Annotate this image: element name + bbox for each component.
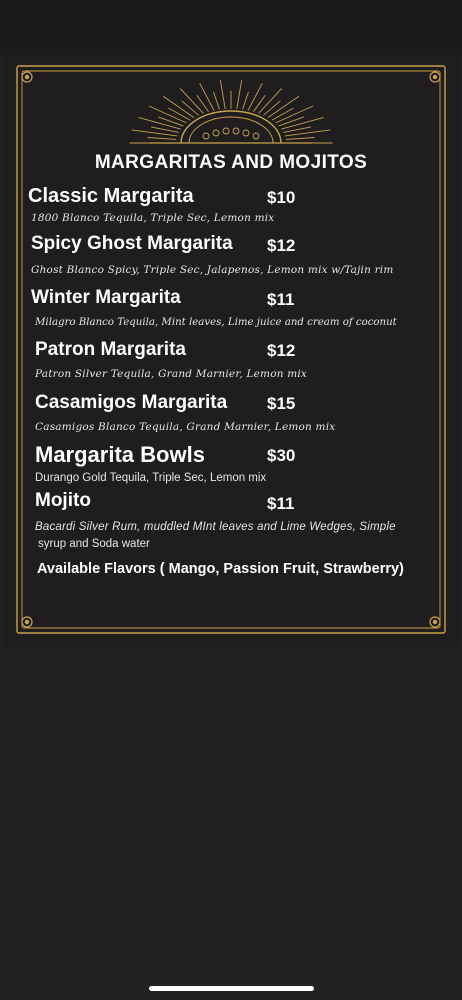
item-description-spicy-ghost-margarita: Ghost Blanco Spicy, Triple Sec, Jalapeno… (31, 264, 394, 276)
sunburst-ray (285, 137, 315, 140)
item-description-mojito-line-1: Bacardi Silver Rum, muddled MInt leaves … (35, 521, 396, 533)
item-price-patron-margarita: $12 (267, 341, 296, 360)
sunburst-ray (271, 107, 294, 121)
sunburst-ray (247, 82, 263, 111)
item-price-winter-margarita: $11 (267, 290, 295, 309)
item-price-classic-margarita: $10 (267, 188, 296, 207)
sunburst-ray (213, 91, 220, 110)
corner-ornament-top-left (21, 71, 33, 83)
sunburst-emblem (129, 80, 333, 144)
item-description-casamigos-margarita: Casamigos Blanco Tequila, Grand Marnier,… (35, 421, 336, 433)
item-description-patron-margarita: Patron Silver Tequila, Grand Marnier, Le… (35, 368, 308, 380)
item-name-spicy-ghost-margarita: Spicy Ghost Margarita (31, 233, 233, 254)
sunburst-ray (168, 107, 191, 121)
item-name-margarita-bowls: Margarita Bowls (35, 442, 205, 467)
sunburst-ray (242, 91, 249, 110)
item-description-margarita-bowls: Durango Gold Tequila, Triple Sec, Lemon … (35, 472, 267, 484)
item-name-winter-margarita: Winter Margarita (31, 287, 181, 308)
item-name-casamigos-margarita: Casamigos Margarita (35, 392, 228, 413)
corner-ornament-bottom-left (21, 616, 33, 628)
item-name-classic-margarita: Classic Margarita (28, 185, 194, 207)
item-price-casamigos-margarita: $15 (267, 394, 296, 413)
sunburst-ray (219, 80, 226, 110)
item-name-mojito: Mojito (35, 490, 91, 511)
sunburst-ray (281, 116, 324, 130)
sunburst-ray (263, 100, 281, 116)
corner-ornament-top-right (429, 71, 441, 83)
empty-background (0, 647, 462, 1000)
home-indicator[interactable] (149, 986, 314, 991)
sunburst-ray (278, 116, 304, 127)
sunburst-ray (147, 137, 177, 140)
menu-title: MARGARITAS AND MOJITOS (94, 152, 368, 173)
sunburst-ray (158, 116, 184, 127)
item-description-winter-margarita: Milagro Blanco Tequila, Mint leaves, Lim… (35, 317, 397, 328)
corner-ornament-bottom-right (429, 616, 441, 628)
item-description-mojito-line-2: syrup and Soda water (38, 538, 150, 550)
item-name-patron-margarita: Patron Margarita (35, 339, 186, 360)
available-flavors: Available Flavors ( Mango, Passion Fruit… (37, 561, 404, 577)
item-description-classic-margarita: 1800 Blanco Tequila, Triple Sec, Lemon m… (31, 212, 275, 224)
item-price-margarita-bowls: $30 (267, 446, 296, 465)
sunburst-ray (236, 80, 243, 110)
item-price-spicy-ghost-margarita: $12 (267, 236, 296, 255)
sunburst-ray (181, 100, 199, 116)
sunburst-ray (199, 82, 215, 111)
item-price-mojito: $11 (267, 494, 295, 513)
sunburst-ray (138, 116, 181, 130)
